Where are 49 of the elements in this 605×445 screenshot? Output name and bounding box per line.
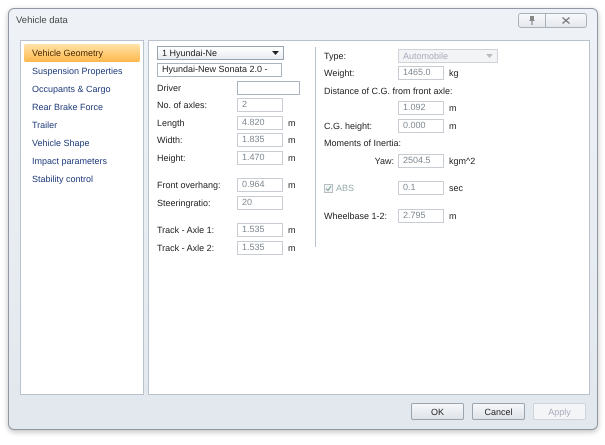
unit-label: m xyxy=(288,180,296,190)
section-label: Moments of Inertia: xyxy=(324,138,402,148)
sidebar-item[interactable]: Occupants & Cargo xyxy=(24,80,140,98)
field-label: Length xyxy=(157,118,186,128)
input-field[interactable]: Hyundai-New Sonata 2.0 - xyxy=(157,63,282,78)
window-title: Vehicle data xyxy=(16,15,69,26)
field-label: Height: xyxy=(157,152,187,163)
sidebar-item[interactable]: Vehicle Shape xyxy=(24,134,140,152)
input-field[interactable] xyxy=(237,80,300,95)
close-icon xyxy=(562,17,570,24)
unit-label: sec xyxy=(449,183,464,194)
dialog-button[interactable]: OK xyxy=(411,403,464,420)
sidebar-item[interactable]: Impact parameters xyxy=(24,152,140,170)
field-label: Yaw: xyxy=(374,156,395,166)
field-label: Track - Axle 2: xyxy=(157,242,216,253)
unit-label: m xyxy=(288,242,296,253)
unit-label: m xyxy=(288,152,296,163)
unit-label: m xyxy=(288,135,296,146)
caret-icon xyxy=(486,54,493,58)
field-label: Steeringratio: xyxy=(157,198,212,208)
field-label: Wheelbase 1-2: xyxy=(324,210,388,221)
field-label: Type: xyxy=(324,50,348,61)
sidebar-item[interactable]: Rear Brake Force xyxy=(24,98,140,116)
sidebar-item[interactable]: Stability control xyxy=(24,170,140,188)
caret-icon xyxy=(272,50,279,55)
unit-label: kgm^2 xyxy=(449,156,476,166)
field-label: Width: xyxy=(157,135,184,146)
unit-label: m xyxy=(449,210,456,221)
sidebar-item[interactable]: Vehicle Geometry xyxy=(24,44,140,62)
sidebar-item[interactable]: Trailer xyxy=(24,116,140,134)
unit-label: m xyxy=(288,118,296,128)
field-label: C.G. height: xyxy=(324,120,374,131)
dropdown[interactable]: 1 Hyundai-Ne xyxy=(157,46,284,60)
section-label: Distance of C.G. from front axle: xyxy=(324,86,453,96)
field-label: Front overhang: xyxy=(157,180,222,190)
pin-icon xyxy=(529,16,535,25)
field-label: Driver xyxy=(157,82,182,93)
unit-label: kg xyxy=(449,68,459,78)
field-label: Track - Axle 1: xyxy=(157,225,216,236)
unit-label: m xyxy=(449,120,456,131)
close-button[interactable] xyxy=(546,13,587,28)
dialog-button[interactable]: Cancel xyxy=(472,403,525,420)
field-label: No. of axles: xyxy=(157,100,208,110)
unit-label: m xyxy=(449,103,456,114)
checkbox-label: ABS xyxy=(336,183,354,194)
pin-button[interactable] xyxy=(518,13,546,28)
unit-label: m xyxy=(288,225,296,236)
field-label: Weight: xyxy=(324,68,356,78)
sidebar-item[interactable]: Suspension Properties xyxy=(24,62,140,80)
